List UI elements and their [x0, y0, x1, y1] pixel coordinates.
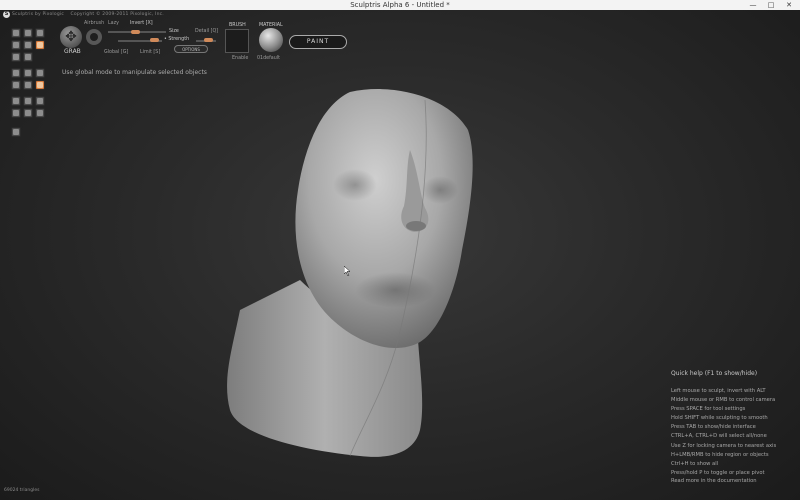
sculpt-model[interactable] — [0, 10, 800, 500]
mouse-cursor-icon — [344, 266, 351, 276]
maximize-button[interactable]: □ — [762, 0, 780, 10]
minimize-button[interactable]: — — [744, 0, 762, 10]
close-button[interactable]: ✕ — [780, 0, 798, 10]
window-title: Sculptris Alpha 6 - Untitled * — [350, 1, 450, 9]
